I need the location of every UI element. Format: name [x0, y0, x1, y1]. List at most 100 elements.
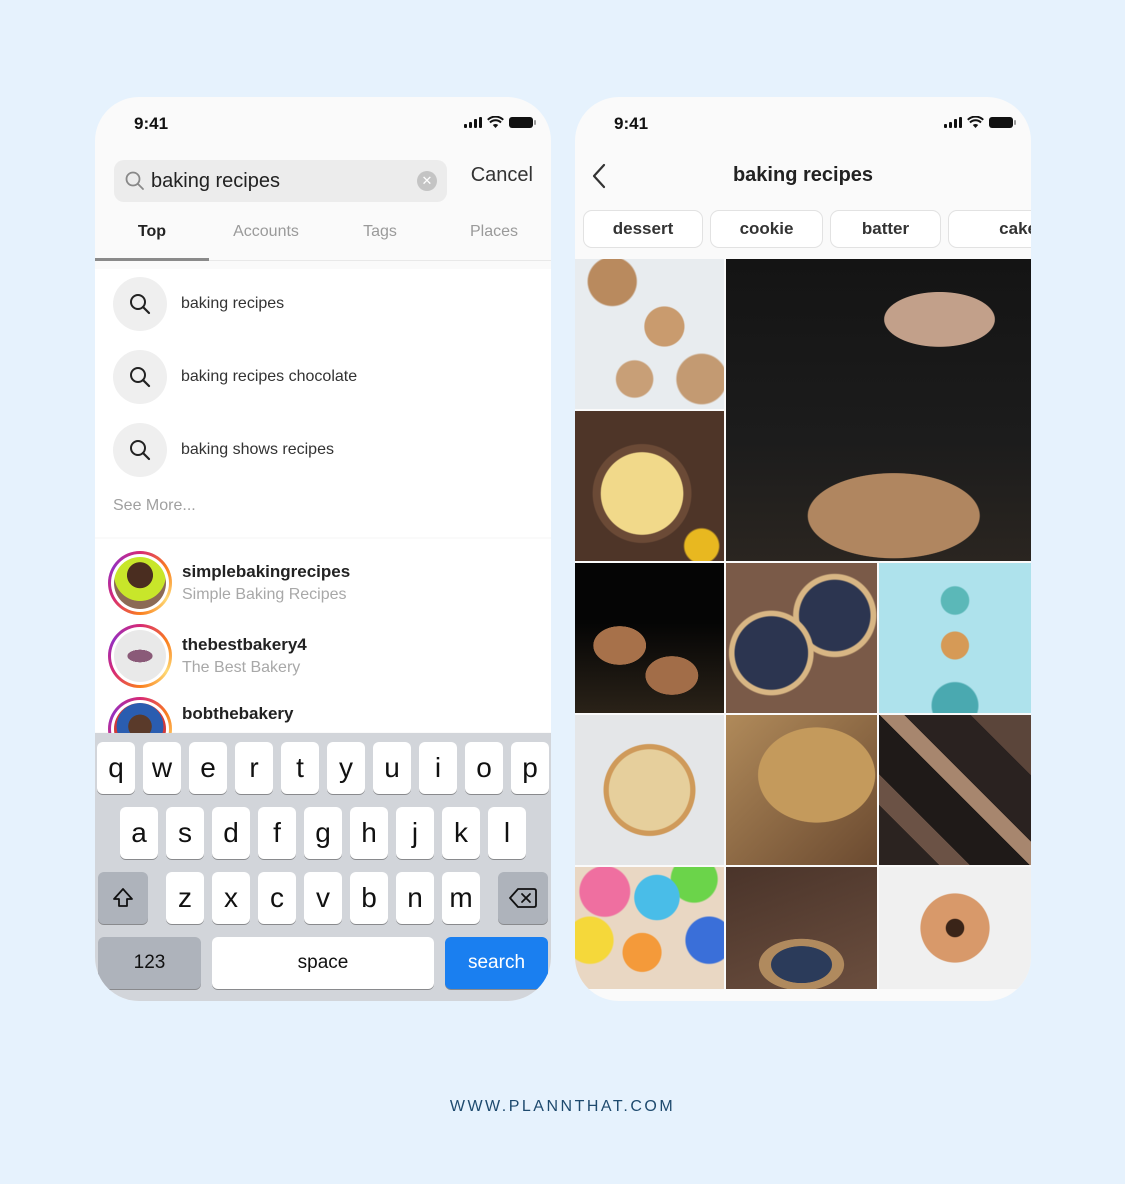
account-username: thebestbakery4 — [182, 635, 307, 654]
results-grid — [575, 259, 1031, 989]
space-key[interactable]: space — [212, 937, 434, 989]
suggestion-item[interactable]: baking recipes chocolate — [113, 350, 357, 404]
battery-icon — [509, 116, 536, 128]
key-w[interactable]: w — [143, 742, 181, 794]
clear-search-button[interactable]: ✕ — [417, 171, 437, 191]
search-icon — [130, 367, 151, 388]
signal-icon — [944, 116, 962, 128]
chip-cookie[interactable]: cookie — [710, 210, 823, 248]
search-field[interactable]: ✕ — [114, 160, 447, 202]
account-username: bobthebakery — [182, 704, 294, 723]
search-icon — [125, 171, 144, 190]
story-ring — [108, 624, 172, 688]
status-time: 9:41 — [134, 114, 169, 133]
key-d[interactable]: d — [212, 807, 250, 859]
grid-tile[interactable] — [879, 867, 1031, 989]
account-username: simplebakingrecipes — [182, 562, 351, 581]
account-display-name: Simple Baking Recipes — [182, 586, 347, 603]
numbers-key[interactable]: 123 — [98, 937, 201, 989]
key-u[interactable]: u — [373, 742, 411, 794]
key-k[interactable]: k — [442, 807, 480, 859]
key-c[interactable]: c — [258, 872, 296, 924]
key-e[interactable]: e — [189, 742, 227, 794]
grid-tile[interactable] — [726, 259, 1031, 561]
grid-tile[interactable] — [726, 563, 877, 713]
signal-icon — [464, 116, 482, 128]
key-f[interactable]: f — [258, 807, 296, 859]
grid-tile[interactable] — [879, 715, 1031, 865]
key-n[interactable]: n — [396, 872, 434, 924]
delete-key[interactable] — [498, 872, 548, 924]
key-o[interactable]: o — [465, 742, 503, 794]
avatar — [114, 557, 166, 609]
search-input[interactable] — [151, 169, 401, 193]
wifi-icon — [487, 116, 504, 128]
grid-tile[interactable] — [726, 867, 877, 989]
grid-tile[interactable] — [575, 411, 724, 561]
key-v[interactable]: v — [304, 872, 342, 924]
keyboard: qwertyuiop asdfghjkl zxcvbnm 123 space s… — [95, 733, 551, 1001]
status-time: 9:41 — [614, 114, 649, 133]
key-q[interactable]: q — [97, 742, 135, 794]
grid-tile[interactable] — [575, 563, 724, 713]
suggestion-item[interactable]: baking recipes — [113, 277, 284, 331]
grid-tile[interactable] — [575, 715, 724, 865]
search-results-screen: 9:41 baking recipes dessert cookie batte… — [575, 97, 1031, 1001]
grid-tile[interactable] — [879, 563, 1031, 713]
key-a[interactable]: a — [120, 807, 158, 859]
suggestion-label: baking recipes — [181, 295, 285, 312]
search-icon — [130, 294, 151, 315]
see-more-link[interactable]: See More... — [113, 497, 196, 515]
key-s[interactable]: s — [166, 807, 204, 859]
chip-dessert[interactable]: dessert — [583, 210, 703, 248]
search-tabs: Top Accounts Tags Places — [95, 215, 551, 261]
battery-icon — [989, 116, 1016, 128]
suggestion-item[interactable]: baking shows recipes — [113, 423, 334, 477]
filter-chips: dessert cookie batter cake — [583, 210, 1031, 248]
shift-icon — [113, 888, 133, 907]
key-y[interactable]: y — [327, 742, 365, 794]
key-l[interactable]: l — [488, 807, 526, 859]
suggestion-label: baking shows recipes — [181, 441, 334, 458]
keyboard-row: zxcvbnm — [95, 872, 551, 924]
wifi-icon — [967, 116, 984, 128]
keyboard-row: 123 space search — [95, 937, 551, 989]
search-screen: 9:41 ✕ Cancel Top Accounts Tags Places b… — [95, 97, 551, 1001]
status-bar: 9:41 — [95, 97, 551, 153]
account-results: simplebakingrecipes Simple Baking Recipe… — [95, 539, 551, 761]
search-key[interactable]: search — [445, 937, 548, 989]
keyboard-row: asdfghjkl — [95, 807, 551, 859]
grid-tile[interactable] — [726, 715, 877, 865]
story-ring — [108, 551, 172, 615]
footer-url[interactable]: WWW.PLANNTHAT.COM — [0, 1098, 1125, 1116]
key-t[interactable]: t — [281, 742, 319, 794]
account-item[interactable]: thebestbakery4 The Best Bakery — [108, 624, 307, 688]
shift-key[interactable] — [98, 872, 148, 924]
key-x[interactable]: x — [212, 872, 250, 924]
key-r[interactable]: r — [235, 742, 273, 794]
account-item[interactable]: simplebakingrecipes Simple Baking Recipe… — [108, 551, 350, 615]
chip-cake[interactable]: cake — [948, 210, 1031, 248]
key-g[interactable]: g — [304, 807, 342, 859]
key-j[interactable]: j — [396, 807, 434, 859]
keyboard-row: qwertyuiop — [95, 742, 551, 794]
tab-accounts[interactable]: Accounts — [209, 215, 323, 260]
cancel-button[interactable]: Cancel — [471, 164, 533, 187]
key-h[interactable]: h — [350, 807, 388, 859]
account-display-name: The Best Bakery — [182, 659, 301, 676]
grid-tile[interactable] — [575, 867, 724, 989]
key-p[interactable]: p — [511, 742, 549, 794]
key-z[interactable]: z — [166, 872, 204, 924]
tab-tags[interactable]: Tags — [323, 215, 437, 260]
chip-batter[interactable]: batter — [830, 210, 941, 248]
tab-top[interactable]: Top — [95, 215, 209, 261]
tab-places[interactable]: Places — [437, 215, 551, 260]
key-b[interactable]: b — [350, 872, 388, 924]
grid-tile[interactable] — [575, 259, 724, 409]
avatar — [114, 630, 166, 682]
suggestion-label: baking recipes chocolate — [181, 368, 358, 385]
key-i[interactable]: i — [419, 742, 457, 794]
key-m[interactable]: m — [442, 872, 480, 924]
backspace-icon — [509, 888, 537, 908]
search-icon — [130, 440, 151, 461]
